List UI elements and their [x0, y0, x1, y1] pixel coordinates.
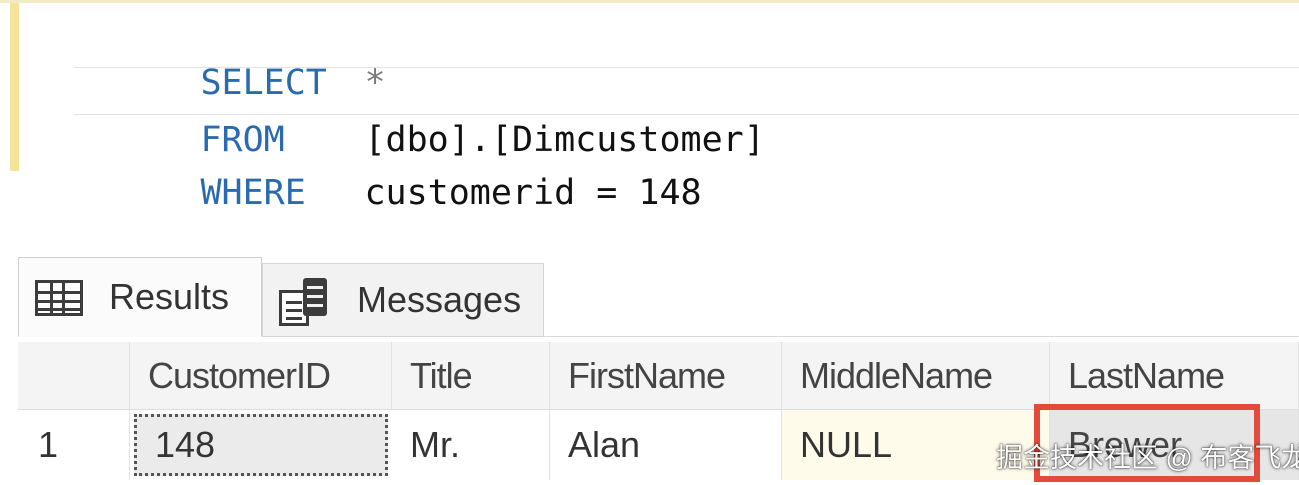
- cell-customerid[interactable]: 148: [134, 414, 388, 476]
- cell-title[interactable]: Mr.: [392, 410, 550, 480]
- column-header-middlename[interactable]: MiddleName: [782, 342, 1050, 409]
- result-tabs: Results Messages: [18, 255, 1299, 337]
- code-line-select[interactable]: SELECT *: [74, 11, 1299, 103]
- change-gutter: [10, 3, 19, 171]
- column-header-lastname[interactable]: LastName: [1050, 342, 1299, 409]
- tab-results[interactable]: Results: [18, 257, 262, 337]
- keyword: WHERE: [200, 173, 306, 213]
- messages-icon: [279, 278, 331, 328]
- code-line-from[interactable]: FROM [dbo].[Dimcustomer]: [74, 67, 1299, 160]
- sql-query-window: SELECT * FROM [dbo].[Dimcustomer] WHERE cus…: [0, 0, 1299, 485]
- grid-header-row: CustomerID Title FirstName MiddleName La…: [18, 342, 1299, 410]
- column-header-title[interactable]: Title: [392, 342, 550, 409]
- tab-results-label: Results: [109, 276, 230, 317]
- watermark: 掘金技术社区 @ 布客飞龙: [996, 443, 1299, 473]
- column-header-customerid[interactable]: CustomerID: [130, 342, 392, 409]
- code-line-where[interactable]: WHERE customerid = 148: [74, 121, 1299, 213]
- tab-messages[interactable]: Messages: [262, 263, 544, 337]
- code-text: customerid = 148: [364, 173, 702, 213]
- cell-firstname[interactable]: Alan: [550, 410, 782, 480]
- column-header-firstname[interactable]: FirstName: [550, 342, 782, 409]
- tab-messages-label: Messages: [357, 279, 522, 320]
- grid-icon: [35, 280, 83, 316]
- row-number-header[interactable]: [18, 342, 130, 409]
- row-number[interactable]: 1: [18, 410, 130, 480]
- query-editor[interactable]: SELECT * FROM [dbo].[Dimcustomer] WHERE cus…: [0, 0, 1299, 213]
